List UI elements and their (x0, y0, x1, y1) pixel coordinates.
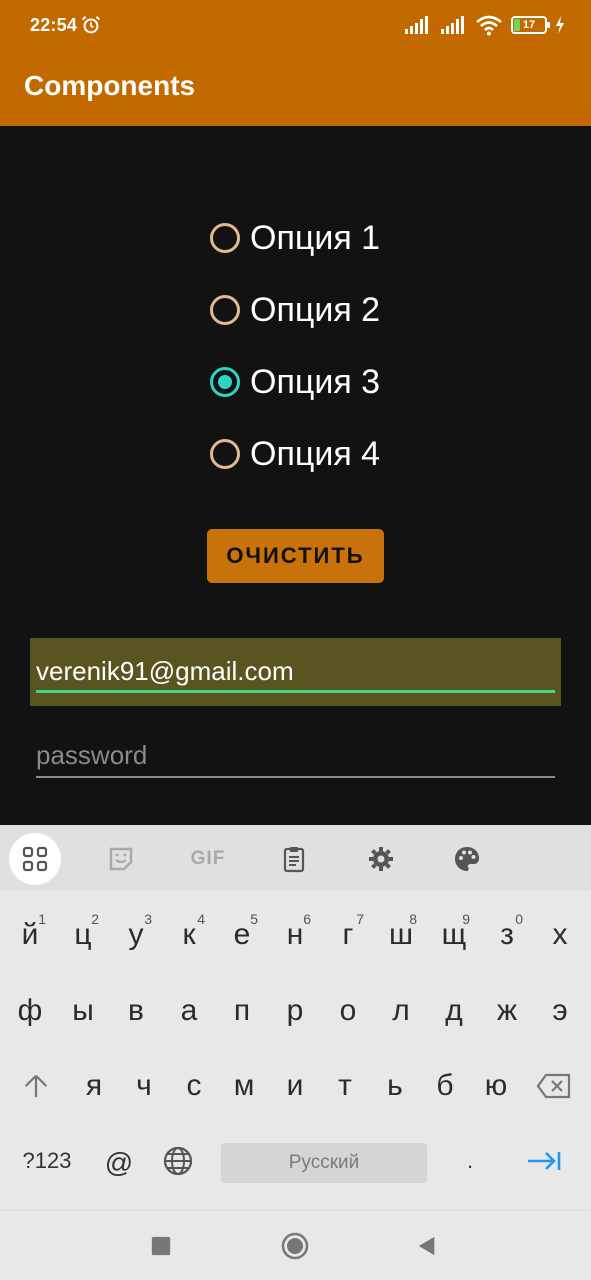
at-key[interactable]: @ (93, 1133, 145, 1193)
radio-button[interactable] (210, 439, 240, 469)
key-х[interactable]: х (534, 905, 586, 965)
period-key[interactable]: . (444, 1131, 496, 1191)
radio-button-selected[interactable] (210, 367, 240, 397)
apps-grid-icon[interactable] (9, 833, 61, 885)
status-bar: 22:54 17 (0, 0, 591, 52)
gif-label: GIF (190, 848, 226, 869)
backspace-icon (536, 1073, 571, 1099)
key-ж[interactable]: ж (481, 981, 533, 1041)
key-ц[interactable]: ц2 (57, 905, 109, 965)
key-с[interactable]: с (168, 1056, 220, 1116)
key-р[interactable]: р (269, 981, 321, 1041)
language-key[interactable] (152, 1131, 204, 1191)
password-underline (36, 776, 555, 778)
signal-icon (405, 16, 428, 34)
key-з[interactable]: з0 (481, 905, 533, 965)
key-н[interactable]: н6 (269, 905, 321, 965)
key-ш[interactable]: ш8 (375, 905, 427, 965)
radio-option-4[interactable]: Опция 4 (210, 418, 380, 490)
key-ю[interactable]: ю (470, 1056, 522, 1116)
key-д[interactable]: д (428, 981, 480, 1041)
key-и[interactable]: и (269, 1056, 321, 1116)
radio-button[interactable] (210, 295, 240, 325)
settings-icon[interactable] (355, 833, 407, 885)
square-icon (151, 1236, 171, 1256)
key-т[interactable]: т (319, 1056, 371, 1116)
key-л[interactable]: л (375, 981, 427, 1041)
radio-button[interactable] (210, 223, 240, 253)
space-key[interactable]: Русский (221, 1143, 427, 1183)
app-title: Components (24, 70, 196, 101)
triangle-back-icon (418, 1236, 435, 1256)
shift-key[interactable] (10, 1056, 62, 1116)
key-ч[interactable]: ч (118, 1056, 170, 1116)
key-в[interactable]: в (110, 981, 162, 1041)
backspace-key[interactable] (528, 1056, 580, 1116)
password-placeholder: password (36, 740, 148, 770)
key-э[interactable]: э (534, 981, 586, 1041)
key-а[interactable]: а (163, 981, 215, 1041)
symbols-key[interactable]: ?123 (20, 1131, 74, 1191)
alarm-icon (82, 16, 100, 34)
email-underline (36, 690, 555, 693)
key-е[interactable]: е5 (216, 905, 268, 965)
circle-icon (281, 1232, 309, 1260)
password-field[interactable]: password (36, 736, 555, 778)
signal-icon-2 (441, 16, 464, 34)
status-time: 22:54 (30, 15, 78, 35)
home-button[interactable] (280, 1231, 310, 1261)
gif-icon[interactable]: GIF (182, 833, 234, 885)
radio-option-2[interactable]: Опция 2 (210, 274, 380, 346)
status-icons: 17 (403, 14, 565, 36)
sticker-icon[interactable] (95, 833, 147, 885)
clipboard-icon[interactable] (268, 833, 320, 885)
radio-option-3[interactable]: Опция 3 (210, 346, 380, 418)
key-у[interactable]: у3 (110, 905, 162, 965)
key-ы[interactable]: ы (57, 981, 109, 1041)
key-щ[interactable]: щ9 (428, 905, 480, 965)
key-п[interactable]: п (216, 981, 268, 1041)
radio-label: Опция 1 (250, 218, 381, 257)
globe-icon (163, 1146, 193, 1176)
enter-key[interactable] (518, 1131, 570, 1191)
charging-bolt-icon (556, 16, 564, 34)
clear-button[interactable]: ОЧИСТИТЬ (207, 529, 384, 583)
key-к[interactable]: к4 (163, 905, 215, 965)
key-я[interactable]: я (68, 1056, 120, 1116)
recent-apps-button[interactable] (146, 1231, 176, 1261)
radio-option-1[interactable]: Опция 1 (210, 202, 380, 274)
radio-label: Опция 3 (250, 362, 381, 401)
back-button[interactable] (412, 1231, 442, 1261)
radio-label: Опция 4 (250, 434, 381, 473)
radio-group: Опция 1 Опция 2 Опция 3 Опция 4 (210, 202, 380, 490)
palette-icon[interactable] (441, 833, 493, 885)
key-г[interactable]: г7 (322, 905, 374, 965)
battery-level: 17 (522, 19, 536, 31)
app-bar: Components (0, 52, 591, 126)
email-field[interactable]: verenik91@gmail.com (30, 638, 561, 706)
shift-arrow-icon (24, 1074, 48, 1098)
key-м[interactable]: м (218, 1056, 270, 1116)
key-о[interactable]: о (322, 981, 374, 1041)
tab-arrow-icon (528, 1152, 561, 1170)
key-ь[interactable]: ь (369, 1056, 421, 1116)
radio-label: Опция 2 (250, 290, 381, 329)
keyboard: GIF й1 ц2 у3 к4 е5 н6 г7 ш8 щ9 з0 х ф ы … (0, 825, 591, 1210)
wifi-icon (476, 15, 502, 36)
navigation-bar (0, 1210, 591, 1280)
key-б[interactable]: б (419, 1056, 471, 1116)
key-ф[interactable]: ф (4, 981, 56, 1041)
key-й[interactable]: й1 (4, 905, 56, 965)
battery-icon: 17 (511, 16, 550, 34)
keyboard-toolbar: GIF (0, 825, 591, 891)
email-value: verenik91@gmail.com (36, 656, 294, 686)
